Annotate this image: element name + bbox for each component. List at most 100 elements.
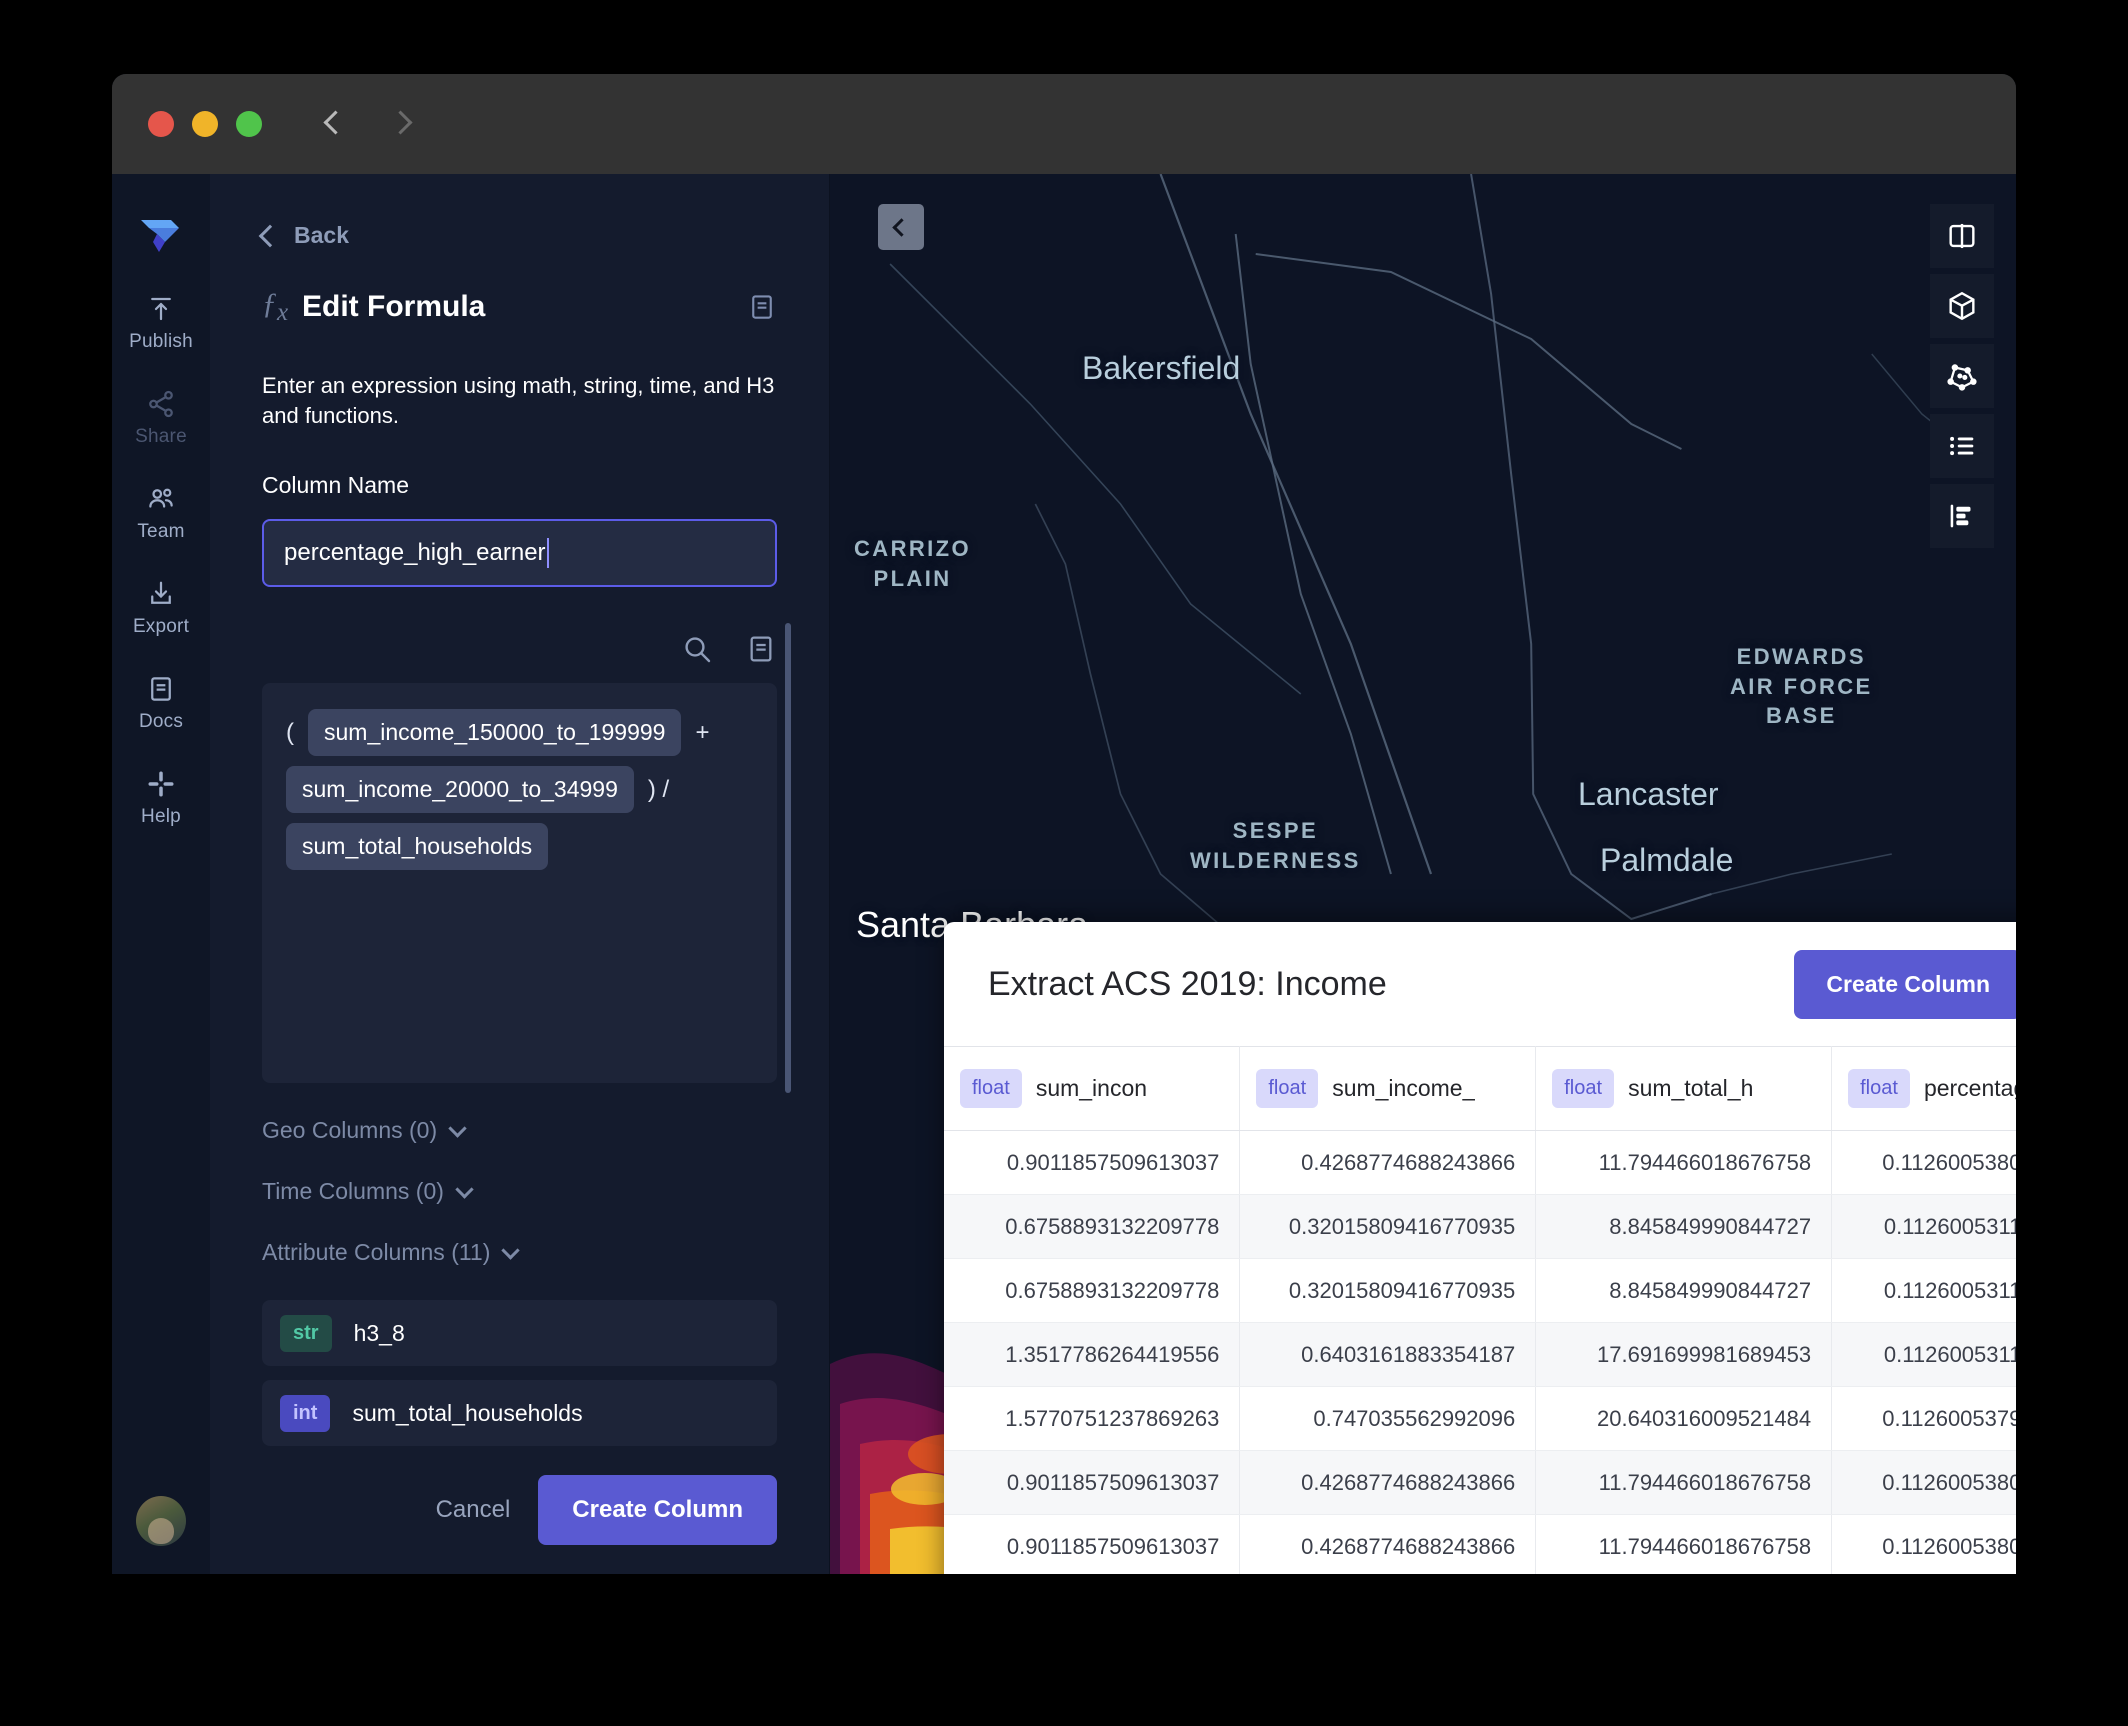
expression-column-pill[interactable]: sum_income_20000_to_34999 [286, 766, 634, 814]
type-badge: float [1552, 1069, 1615, 1108]
expression-operator: + [695, 718, 710, 746]
sidebar-item-label: Help [141, 806, 181, 827]
sidebar-item-share[interactable]: Share [113, 389, 209, 448]
publish-icon [151, 297, 171, 321]
forward-arrow-icon[interactable] [388, 111, 414, 137]
sidebar-item-publish[interactable]: Publish [113, 294, 209, 353]
type-badge: int [280, 1394, 331, 1432]
unfolded-logo-icon[interactable] [135, 208, 187, 260]
table-row[interactable]: 1.3517786264419556 0.6403161883354187 17… [944, 1322, 2016, 1387]
avatar[interactable] [136, 1496, 186, 1546]
create-column-button[interactable]: Create Column [538, 1475, 777, 1545]
sidebar-item-export[interactable]: Export [113, 579, 209, 638]
sidebar-item-label: Share [135, 426, 187, 447]
table-cell: 0.11260053798143875 [1831, 1386, 2016, 1451]
table-cell: 0.9011857509613037 [944, 1130, 1241, 1195]
back-button[interactable]: Back [258, 222, 777, 249]
table-row[interactable]: 1.5770751237869263 0.747035562992096 20.… [944, 1386, 2016, 1451]
table-column-header[interactable]: float sum_income_ [1239, 1046, 1537, 1131]
bar-chart-icon[interactable] [1930, 484, 1994, 548]
sidebar-item-team[interactable]: Team [113, 484, 209, 543]
expression-column-pill[interactable]: sum_income_150000_to_199999 [308, 709, 682, 757]
table-cell: 0.4268774688243866 [1239, 1514, 1537, 1574]
minimize-window-button[interactable] [192, 111, 218, 137]
type-badge: float [1256, 1069, 1319, 1108]
text-caret [546, 538, 549, 569]
table-cell: 1.5770751237869263 [944, 1386, 1241, 1451]
expression-column-pill[interactable]: sum_total_households [286, 823, 549, 871]
sidebar-item-docs[interactable]: Docs [113, 674, 209, 733]
panel-description: Enter an expression using math, string, … [262, 373, 775, 428]
table-cell: 0.6403161883354187 [1239, 1322, 1537, 1387]
panel-footer: Cancel Create Column [210, 1446, 829, 1574]
table-body: 0.9011857509613037 0.4268774688243866 11… [944, 1130, 2016, 1574]
column-name-label: Column Name [262, 472, 409, 499]
panel-scrollbar[interactable] [785, 623, 791, 1094]
table-cell: 0.4268774688243866 [1239, 1450, 1537, 1515]
table-cell: 8.845849990844727 [1535, 1194, 1833, 1259]
type-badge: float [1848, 1069, 1910, 1108]
table-row[interactable]: 0.6758893132209778 0.32015809416770935 8… [944, 1258, 2016, 1323]
map-toolbar [1930, 204, 1994, 548]
table-row[interactable]: 0.9011857509613037 0.4268774688243866 11… [944, 1450, 2016, 1515]
group-geo-columns[interactable]: Geo Columns (0) [262, 1117, 777, 1144]
table-cell: 0.32015809416770935 [1239, 1194, 1537, 1259]
collapse-panel-button[interactable] [878, 204, 924, 250]
table-cell: 0.11260053805595585 [1831, 1450, 2016, 1515]
table-cell: 11.794466018676758 [1535, 1130, 1833, 1195]
list-item[interactable]: str h3_8 [262, 1300, 777, 1367]
column-header-label: percentage_ [1923, 1075, 2016, 1101]
data-table: float sum_incon float sum_income_ float [944, 1046, 2016, 1574]
list-item[interactable]: int sum_total_households [262, 1380, 777, 1447]
sidebar-item-label: Team [137, 521, 185, 542]
table-column-header[interactable]: float percentage_ [1831, 1046, 2016, 1131]
table-cell: 0.11260053114393481 [1831, 1194, 2016, 1259]
column-header-label: sum_income_ [1332, 1075, 1476, 1101]
table-row[interactable]: 0.9011857509613037 0.4268774688243866 11… [944, 1130, 2016, 1195]
search-icon[interactable] [681, 633, 713, 665]
table-column-header[interactable]: float sum_total_h [1535, 1046, 1833, 1131]
sidebar-item-label: Export [132, 616, 190, 637]
sidebar-item-help[interactable]: Help [113, 769, 209, 828]
panel-title-row: ƒx Edit Formula [262, 287, 777, 327]
legend-list-icon[interactable] [1930, 414, 1994, 478]
table-row[interactable]: 0.6758893132209778 0.32015809416770935 8… [944, 1194, 2016, 1259]
group-time-columns[interactable]: Time Columns (0) [262, 1178, 777, 1205]
split-view-icon[interactable] [1930, 204, 1994, 268]
polygon-select-icon[interactable] [1930, 344, 1994, 408]
table-column-header[interactable]: float sum_incon [944, 1046, 1241, 1131]
column-label: h3_8 [353, 1319, 405, 1346]
expression-operator: ) / [647, 775, 670, 803]
group-label: Geo Columns (0) [262, 1117, 438, 1144]
sidebar-item-label: Publish [129, 331, 193, 352]
panel-scroll-content: Back ƒx Edit Formula Enter an expression… [210, 174, 829, 1447]
data-panel-header: Extract ACS 2019: Income Create Column [944, 922, 2016, 1046]
chevron-left-icon [258, 224, 282, 247]
column-label: sum_total_households [352, 1399, 583, 1426]
table-cell: 11.794466018676758 [1535, 1514, 1833, 1574]
maximize-window-button[interactable] [236, 111, 262, 137]
column-name-input[interactable]: percentage_high_earner [262, 519, 777, 588]
expression-editor[interactable]: ( sum_income_150000_to_199999 + sum_inco… [262, 623, 791, 1094]
expression-toolbar [262, 633, 777, 665]
book-icon[interactable] [747, 292, 777, 322]
browser-nav-group [320, 111, 414, 137]
create-column-button[interactable]: Create Column [1794, 949, 2016, 1019]
back-arrow-icon[interactable] [320, 111, 346, 137]
cube-3d-icon[interactable] [1930, 274, 1994, 338]
cancel-button[interactable]: Cancel [436, 1496, 511, 1524]
expression-token-list: ( sum_income_150000_to_199999 + sum_inco… [286, 709, 753, 871]
dataset-title: Extract ACS 2019: Income [988, 964, 1387, 1003]
group-label: Time Columns (0) [262, 1178, 444, 1205]
edit-formula-panel: Back ƒx Edit Formula Enter an expression… [210, 174, 830, 1574]
group-label: Attribute Columns (11) [262, 1239, 491, 1266]
share-icon [149, 390, 173, 418]
table-row[interactable]: 0.9011857509613037 0.4268774688243866 11… [944, 1514, 2016, 1574]
docs-icon [151, 677, 171, 701]
app-window: Publish Share Team Export Docs Help Back… [112, 74, 2016, 1574]
book-icon[interactable] [745, 633, 777, 665]
chevron-down-icon [448, 1119, 467, 1138]
group-attribute-columns[interactable]: Attribute Columns (11) [262, 1239, 777, 1266]
left-rail: Publish Share Team Export Docs Help [112, 174, 210, 1574]
close-window-button[interactable] [148, 111, 174, 137]
